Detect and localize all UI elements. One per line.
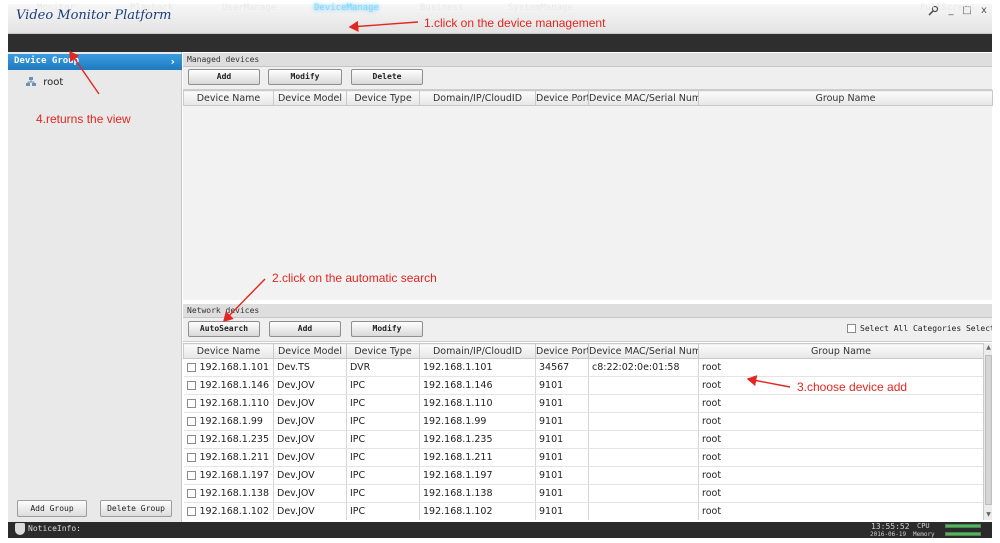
- annotation-1: 1.click on the device management: [424, 16, 606, 30]
- annotation-3: 3.choose device add: [797, 380, 908, 394]
- arrow-2: [223, 278, 266, 323]
- annotation-2: 2.click on the automatic search: [272, 271, 437, 285]
- arrow-1: [348, 20, 419, 32]
- annotation-arrows: [69, 20, 791, 388]
- annotation-4: 4.returns the view: [36, 112, 131, 126]
- arrow-3: [746, 375, 791, 388]
- arrow-4: [69, 50, 100, 95]
